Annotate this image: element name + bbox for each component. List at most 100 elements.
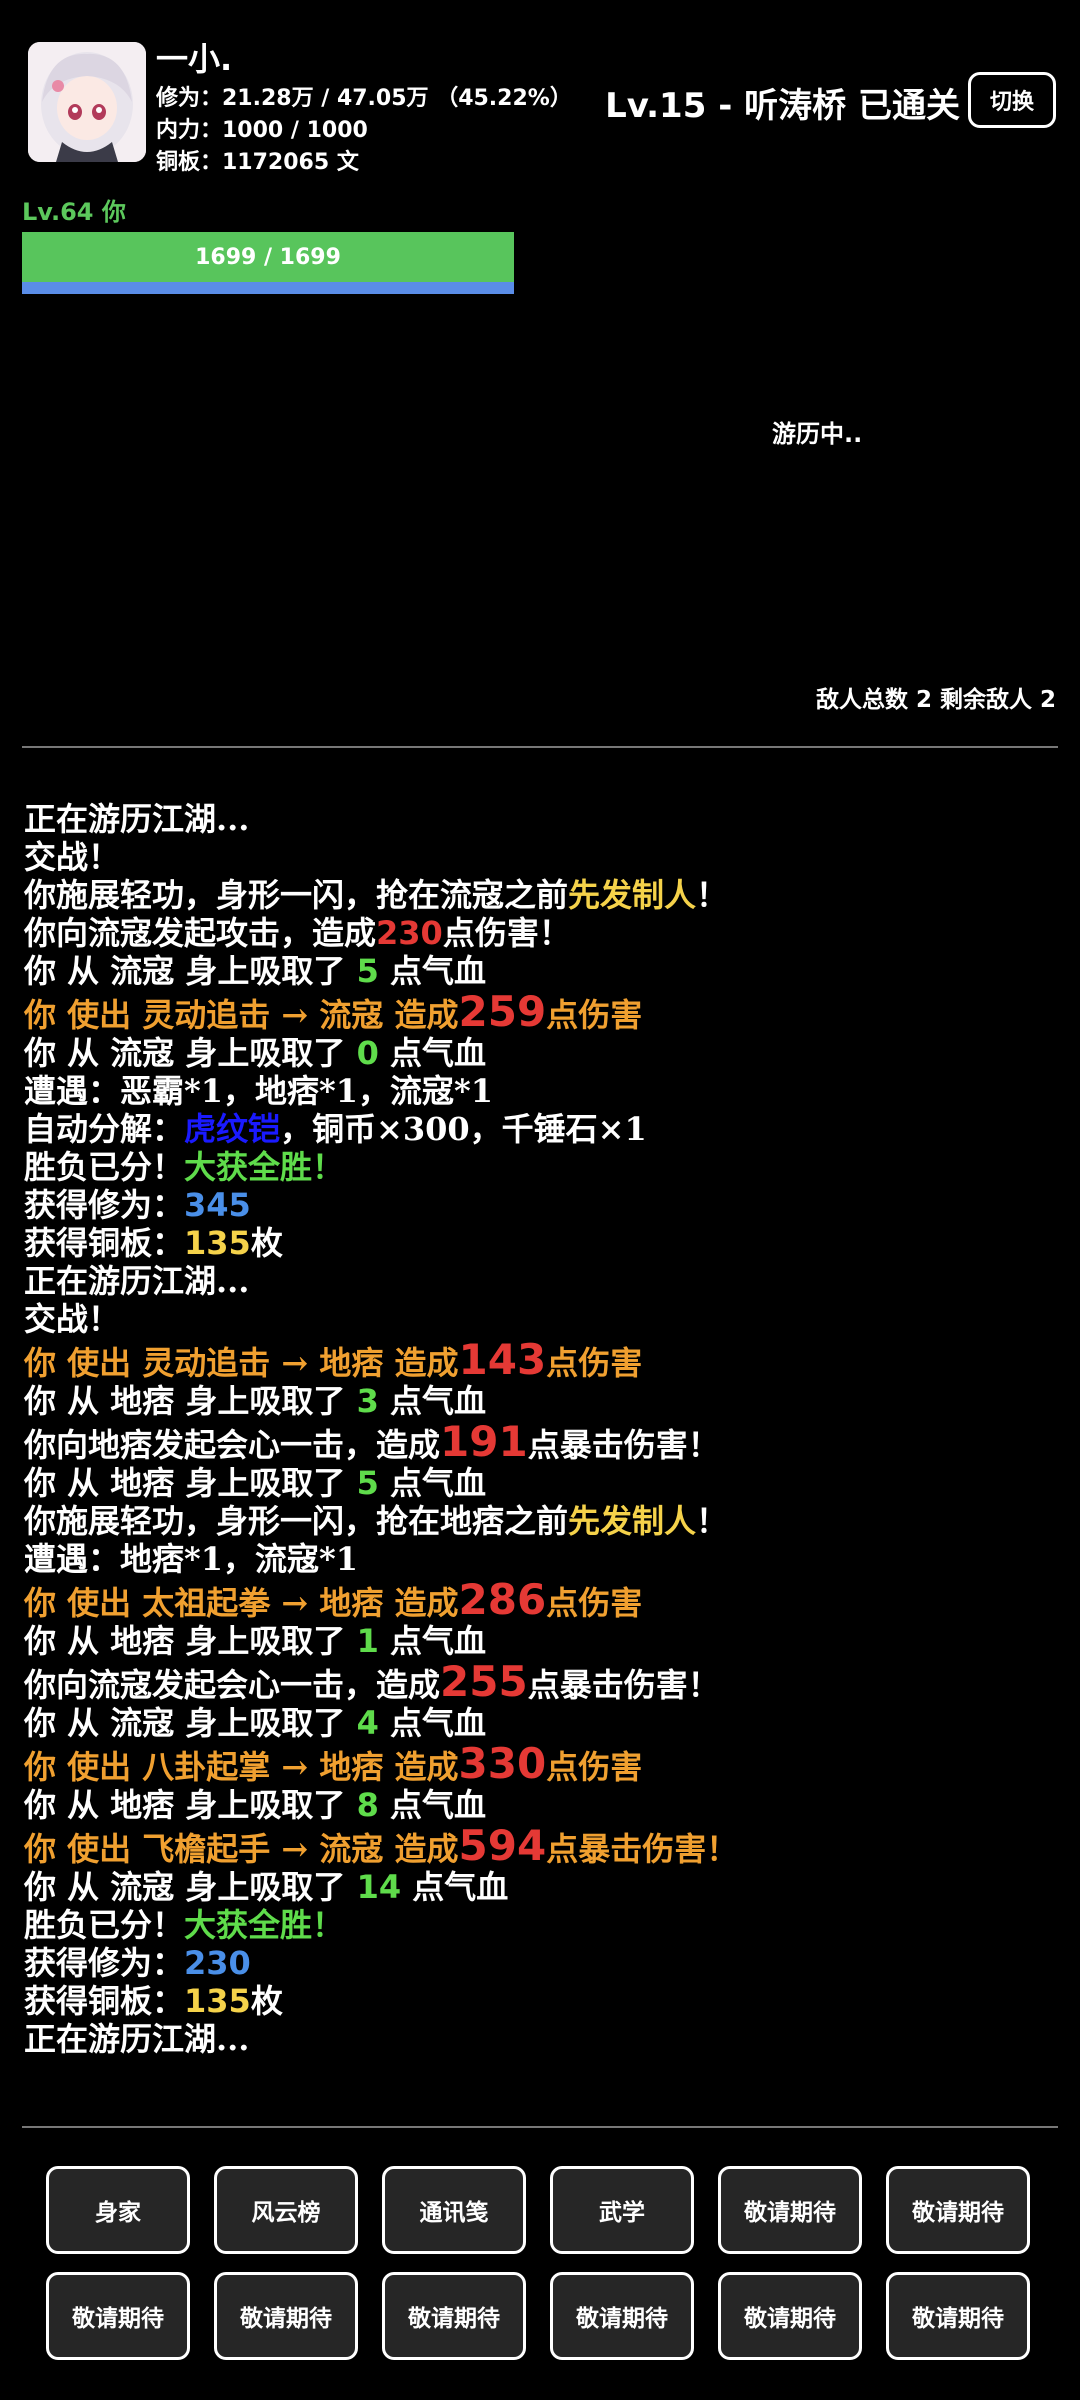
log-segment: 获得铜板： xyxy=(24,1224,185,1262)
avatar[interactable] xyxy=(28,42,146,162)
menu-button-coming-soon[interactable]: 敬请期待 xyxy=(382,2272,526,2360)
log-line: 正在游历江湖... xyxy=(24,1262,1064,1300)
log-segment: 点伤害 xyxy=(546,1748,643,1786)
log-segment: 交战！ xyxy=(24,1300,121,1338)
log-segment: 点伤害！ xyxy=(442,914,571,952)
log-segment: 点气血 xyxy=(378,1622,486,1660)
menu-button-coming-soon[interactable]: 敬请期待 xyxy=(550,2272,694,2360)
log-segment: ！ xyxy=(696,1502,729,1540)
log-segment: 你施展轻功，身形一闪，抢在地痞之前 xyxy=(24,1502,569,1540)
log-segment: 点气血 xyxy=(378,1786,486,1824)
log-segment: 点伤害 xyxy=(546,1584,643,1622)
log-segment: 点气血 xyxy=(378,1034,486,1072)
cultivation-stat: 修为：21.28万 / 47.05万 （45.22%） xyxy=(156,86,572,111)
log-segment: 点暴击伤害！ xyxy=(527,1666,720,1704)
battle-log[interactable]: 正在游历江湖... 交战！ 你施展轻功，身形一闪，抢在流寇之前先发制人！ 你向流寇发起… xyxy=(24,800,1064,2058)
log-segment: 230 xyxy=(184,1944,251,1982)
log-line: 遭遇：地痞*1，流寇*1 xyxy=(24,1540,1064,1578)
log-segment: 255 xyxy=(440,1657,528,1706)
menu-button-coming-soon[interactable]: 敬请期待 xyxy=(214,2272,358,2360)
log-segment: 你 从 流寇 身上吸取了 xyxy=(24,952,357,990)
log-segment: 枚 xyxy=(250,1224,283,1262)
menu-button-coming-soon[interactable]: 敬请期待 xyxy=(718,2166,862,2254)
log-segment: 大获全胜！ xyxy=(184,1906,345,1944)
menu-button-profile[interactable]: 身家 xyxy=(46,2166,190,2254)
log-segment: 你 使出 灵动追击 → 地痞 造成 xyxy=(24,1344,459,1382)
log-segment: 4 xyxy=(356,1704,379,1742)
log-segment: 你向流寇发起会心一击，造成 xyxy=(24,1666,441,1704)
stage-title: Lv.15 - 听涛桥 已通关 xyxy=(605,86,960,126)
log-segment: 330 xyxy=(458,1739,547,1788)
log-segment: 点气血 xyxy=(378,1382,486,1420)
log-segment: 你 从 地痞 身上吸取了 xyxy=(24,1786,357,1824)
menu-button-messages[interactable]: 通讯笺 xyxy=(382,2166,526,2254)
log-segment: 虎纹铠 xyxy=(184,1110,281,1148)
log-segment: 大获全胜！ xyxy=(184,1148,345,1186)
log-segment: 点气血 xyxy=(378,1704,486,1742)
log-segment: 594 xyxy=(458,1821,547,1870)
log-segment: 自动分解： xyxy=(24,1110,185,1148)
log-segment: 135 xyxy=(184,1224,251,1262)
log-line: 你 从 地痞 身上吸取了 1 点气血 xyxy=(24,1622,1064,1660)
log-line: 你 从 地痞 身上吸取了 8 点气血 xyxy=(24,1786,1064,1824)
log-line: 你 使出 八卦起掌 → 地痞 造成330点伤害 xyxy=(24,1739,1064,1788)
travel-status: 游历中.. xyxy=(772,420,863,448)
log-line: 你施展轻功，身形一闪，抢在地痞之前先发制人！ xyxy=(24,1502,1064,1540)
log-line: 胜负已分！大获全胜！ xyxy=(24,1906,1064,1944)
log-segment: 你施展轻功，身形一闪，抢在流寇之前 xyxy=(24,876,569,914)
log-segment: 230 xyxy=(376,914,443,952)
log-line: 你 使出 灵动追击 → 流寇 造成259点伤害 xyxy=(24,987,1064,1036)
inner-power-stat: 内力：1000 / 1000 xyxy=(156,118,368,143)
log-segment: 遭遇：恶霸*1，地痞*1，流寇*1 xyxy=(24,1072,494,1110)
player-hp-bar: 1699 / 1699 xyxy=(22,232,514,294)
log-segment: 你 从 流寇 身上吸取了 xyxy=(24,1034,357,1072)
player-header: 一小. 修为：21.28万 / 47.05万 （45.22%） 内力：1000 … xyxy=(0,0,1080,200)
log-segment: 259 xyxy=(458,987,547,1036)
divider-bottom xyxy=(22,2126,1058,2128)
log-line: 自动分解：虎纹铠，铜币×300，千锤石×1 xyxy=(24,1110,1064,1148)
log-line: 获得修为：230 xyxy=(24,1944,1064,1982)
log-line: 你向流寇发起攻击，造成230点伤害！ xyxy=(24,914,1064,952)
log-segment: ，铜币×300，千锤石×1 xyxy=(280,1110,647,1148)
log-segment: 正在游历江湖... xyxy=(24,800,250,838)
log-segment: 枚 xyxy=(250,1982,283,2020)
log-segment: 点伤害 xyxy=(546,1344,643,1382)
log-segment: 胜负已分！ xyxy=(24,1148,185,1186)
enemy-count: 敌人总数 2 剩余敌人 2 xyxy=(815,687,1056,713)
log-line: 获得铜板：135枚 xyxy=(24,1982,1064,2020)
player-name: 一小. xyxy=(156,40,233,78)
log-line: 你 从 地痞 身上吸取了 5 点气血 xyxy=(24,1464,1064,1502)
log-segment: 你 从 流寇 身上吸取了 xyxy=(24,1868,357,1906)
log-segment: 14 xyxy=(356,1868,402,1906)
log-segment: 191 xyxy=(440,1417,528,1466)
menu-button-coming-soon[interactable]: 敬请期待 xyxy=(886,2272,1030,2360)
log-line: 你施展轻功，身形一闪，抢在流寇之前先发制人！ xyxy=(24,876,1064,914)
log-line: 遭遇：恶霸*1，地痞*1，流寇*1 xyxy=(24,1072,1064,1110)
log-segment: 先发制人 xyxy=(568,876,697,914)
log-segment: 你 从 地痞 身上吸取了 xyxy=(24,1382,357,1420)
log-segment: 先发制人 xyxy=(568,1502,697,1540)
log-segment: 点暴击伤害！ xyxy=(546,1830,739,1868)
menu-button-coming-soon[interactable]: 敬请期待 xyxy=(46,2272,190,2360)
log-segment: 点气血 xyxy=(378,952,486,990)
log-segment: 遭遇：地痞*1，流寇*1 xyxy=(24,1540,359,1578)
log-segment: 143 xyxy=(458,1335,547,1384)
menu-button-coming-soon[interactable]: 敬请期待 xyxy=(886,2166,1030,2254)
log-segment: 你向流寇发起攻击，造成 xyxy=(24,914,377,952)
log-line: 你 从 流寇 身上吸取了 4 点气血 xyxy=(24,1704,1064,1742)
log-line: 你 从 流寇 身上吸取了 0 点气血 xyxy=(24,1034,1064,1072)
menu-button-coming-soon[interactable]: 敬请期待 xyxy=(718,2272,862,2360)
switch-stage-button[interactable]: 切换 xyxy=(968,72,1056,128)
log-segment: 获得修为： xyxy=(24,1186,185,1224)
log-line: 你 从 地痞 身上吸取了 3 点气血 xyxy=(24,1382,1064,1420)
menu-button-leaderboard[interactable]: 风云榜 xyxy=(214,2166,358,2254)
log-segment: 你 从 流寇 身上吸取了 xyxy=(24,1704,357,1742)
log-line: 你 使出 飞檐起手 → 流寇 造成594点暴击伤害！ xyxy=(24,1821,1064,1870)
log-line: 你 从 流寇 身上吸取了 14 点气血 xyxy=(24,1868,1064,1906)
log-segment: 3 xyxy=(356,1382,379,1420)
log-line: 交战！ xyxy=(24,838,1064,876)
log-segment: 你 从 地痞 身上吸取了 xyxy=(24,1464,357,1502)
log-segment: 正在游历江湖... xyxy=(24,2020,250,2058)
log-segment: 0 xyxy=(356,1034,379,1072)
menu-button-martial-arts[interactable]: 武学 xyxy=(550,2166,694,2254)
